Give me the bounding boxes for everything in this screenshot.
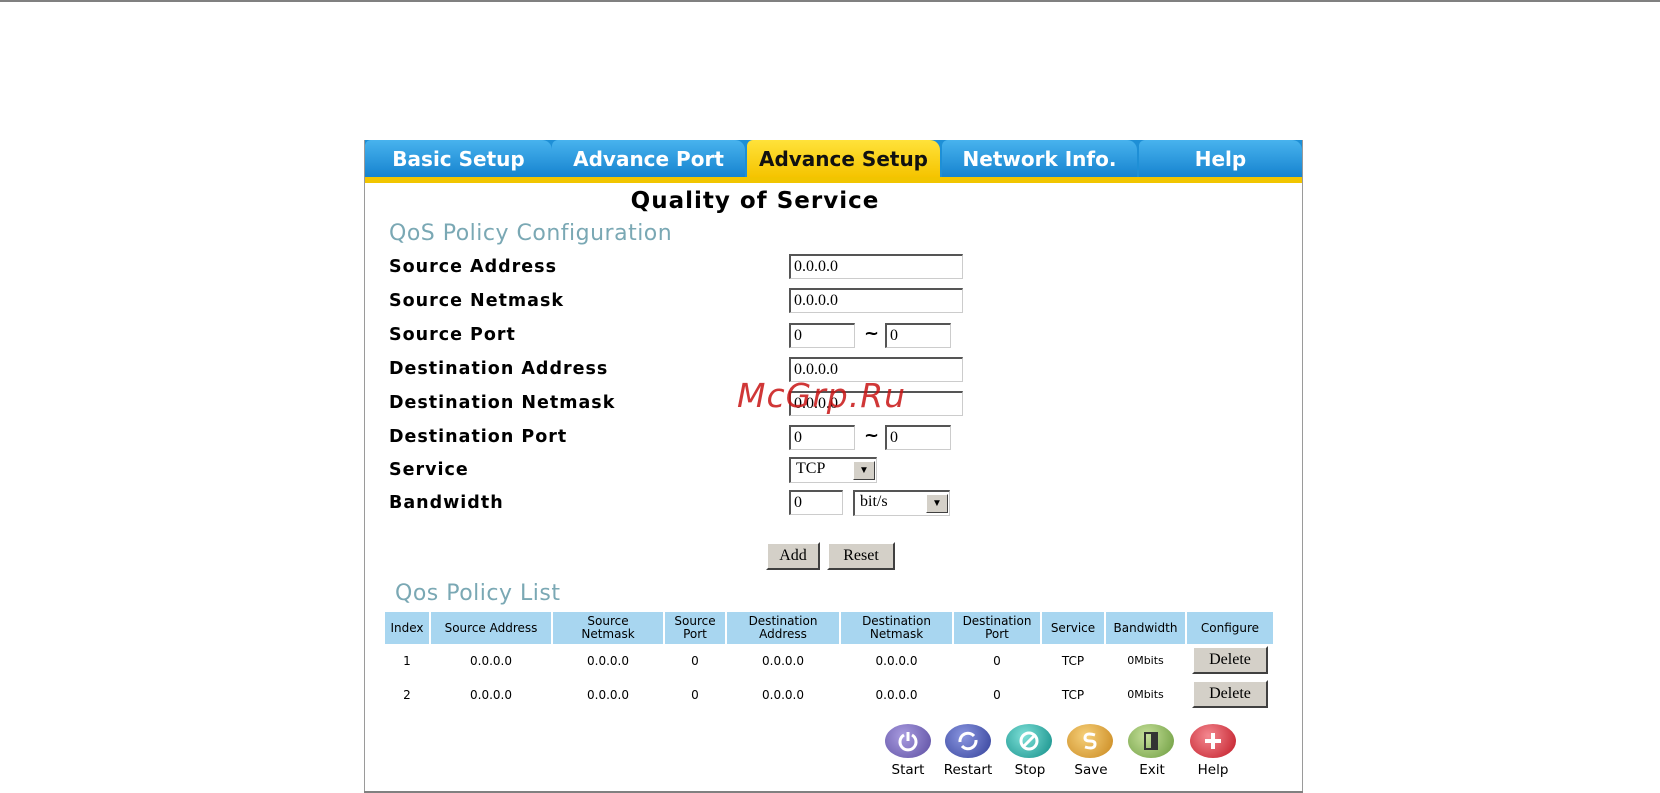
save-button[interactable] xyxy=(1067,724,1113,758)
table-cell-index: 1 xyxy=(403,654,411,668)
watermark: McGrp.Ru xyxy=(737,376,907,415)
table-cell-source-netmask: 0.0.0.0 xyxy=(587,688,629,702)
service-value: TCP xyxy=(796,460,826,477)
bandwidth-input[interactable]: 0 xyxy=(789,490,843,515)
header-service: Service xyxy=(1042,612,1104,644)
delete-button[interactable]: Delete xyxy=(1192,646,1268,674)
stop-icon xyxy=(1019,731,1039,751)
source-port-separator: ~ xyxy=(864,323,880,344)
bandwidth-label: Bandwidth xyxy=(389,493,504,513)
restart-label: Restart xyxy=(943,762,993,778)
header-bandwidth: Bandwidth xyxy=(1106,612,1185,644)
source-address-input[interactable]: 0.0.0.0 xyxy=(789,254,963,279)
exit-label: Exit xyxy=(1139,762,1165,778)
table-cell-destination-netmask: 0.0.0.0 xyxy=(875,654,918,668)
table-cell-service: TCP xyxy=(1061,654,1085,668)
tab-help[interactable]: Help xyxy=(1139,140,1302,177)
service-label: Service xyxy=(389,460,469,480)
destination-port-label: Destination Port xyxy=(389,427,568,447)
table-cell-destination-address: 0.0.0.0 xyxy=(762,654,804,668)
tab-network-info[interactable]: Network Info. xyxy=(942,140,1137,177)
header-configure: Configure xyxy=(1187,612,1273,644)
table-cell-bandwidth: 0Mbits xyxy=(1127,688,1164,701)
destination-address-label: Destination Address xyxy=(389,359,609,379)
help-button[interactable] xyxy=(1190,724,1236,758)
save-label: Save xyxy=(1074,762,1108,778)
list-heading: Qos Policy List xyxy=(395,581,561,606)
exit-button[interactable] xyxy=(1128,724,1174,758)
power-icon xyxy=(898,732,918,752)
restart-icon xyxy=(958,731,978,751)
header-source-port: Source Port xyxy=(665,612,725,644)
source-netmask-label: Source Netmask xyxy=(389,291,565,311)
tab-advance-setup[interactable]: Advance Setup xyxy=(747,140,940,177)
tab-advance-port[interactable]: Advance Port xyxy=(552,140,745,177)
table-cell-service: TCP xyxy=(1061,688,1085,702)
tab-underline xyxy=(365,177,1302,183)
top-rule xyxy=(0,0,1660,2)
add-button[interactable]: Add xyxy=(766,542,820,570)
table-cell-destination-address: 0.0.0.0 xyxy=(762,688,804,702)
header-destination-netmask: Destination Netmask xyxy=(841,612,952,644)
restart-button[interactable] xyxy=(945,724,991,758)
header-source-netmask: Source Netmask xyxy=(553,612,663,644)
header-destination-address: Destination Address xyxy=(727,612,839,644)
help-icon xyxy=(1205,733,1221,749)
service-select[interactable]: TCP ▼ xyxy=(789,457,877,483)
source-netmask-input[interactable]: 0.0.0.0 xyxy=(789,288,963,313)
table-cell-source-port: 0 xyxy=(691,654,699,668)
table-cell-bandwidth: 0Mbits xyxy=(1127,654,1164,667)
table-cell-source-netmask: 0.0.0.0 xyxy=(587,654,629,668)
chevron-down-icon[interactable]: ▼ xyxy=(853,461,875,480)
destination-netmask-label: Destination Netmask xyxy=(389,393,616,413)
table-cell-destination-port: 0 xyxy=(993,688,1001,702)
page-title: Quality of Service xyxy=(630,188,880,214)
source-port-to-input[interactable]: 0 xyxy=(885,323,951,348)
destination-port-from-input[interactable]: 0 xyxy=(789,425,855,450)
help-label: Help xyxy=(1197,762,1229,778)
header-destination-port: Destination Port xyxy=(954,612,1040,644)
tab-basic-setup[interactable]: Basic Setup xyxy=(365,140,552,177)
source-port-from-input[interactable]: 0 xyxy=(789,323,855,348)
bandwidth-unit-value: bit/s xyxy=(860,493,888,510)
start-button[interactable] xyxy=(885,724,931,758)
chevron-down-icon[interactable]: ▼ xyxy=(926,494,948,513)
exit-icon xyxy=(1144,732,1158,750)
source-port-label: Source Port xyxy=(389,325,516,345)
header-source-address: Source Address xyxy=(431,612,551,644)
table-cell-source-port: 0 xyxy=(691,688,699,702)
stop-label: Stop xyxy=(1014,762,1046,778)
config-heading: QoS Policy Configuration xyxy=(389,221,673,246)
bandwidth-unit-select[interactable]: bit/s ▼ xyxy=(853,490,950,516)
table-cell-index: 2 xyxy=(403,688,411,702)
stop-button[interactable] xyxy=(1006,724,1052,758)
reset-button[interactable]: Reset xyxy=(827,542,895,570)
table-cell-destination-netmask: 0.0.0.0 xyxy=(875,688,918,702)
table-cell-source-address: 0.0.0.0 xyxy=(470,654,512,668)
tab-bar: Basic Setup Advance Port Advance Setup N… xyxy=(365,140,1302,177)
table-cell-destination-port: 0 xyxy=(993,654,1001,668)
table-cell-source-address: 0.0.0.0 xyxy=(470,688,512,702)
destination-port-to-input[interactable]: 0 xyxy=(885,425,951,450)
header-index: Index xyxy=(385,612,429,644)
save-icon xyxy=(1083,732,1097,750)
delete-button[interactable]: Delete xyxy=(1192,680,1268,708)
source-address-label: Source Address xyxy=(389,257,557,277)
destination-port-separator: ~ xyxy=(864,425,880,446)
